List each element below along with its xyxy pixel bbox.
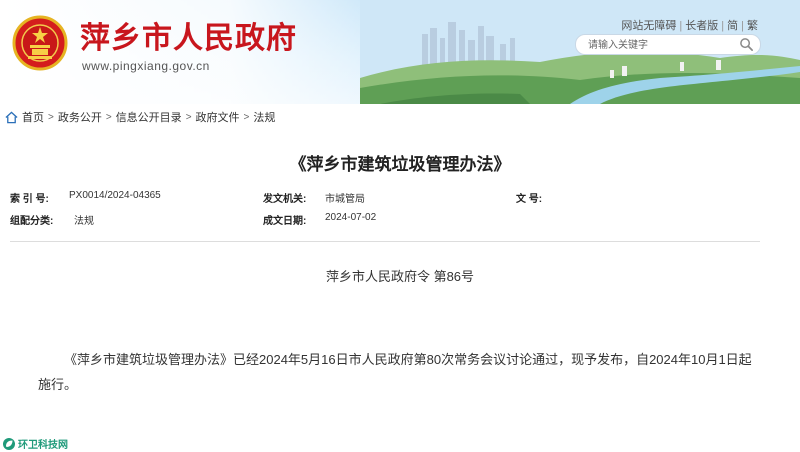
chevron-right-icon: > [185,111,192,123]
document-meta: 索 引 号: PX0014/2024-04365 发文机关: 市城管局 文 号:… [10,190,760,242]
breadcrumb-gov-affairs[interactable]: 政务公开 [58,109,102,125]
top-links: 网站无障碍 | 长者版 | 简 | 繁 [621,20,758,32]
breadcrumb-gov-documents[interactable]: 政府文件 [196,109,240,125]
index-number-label: 索 引 号: [10,194,49,205]
index-number-value: PX0014/2024-04365 [69,190,161,201]
category-label: 组配分类: [10,216,54,227]
document-title: 《萍乡市建筑垃圾管理办法》 [289,155,511,175]
search-box [575,34,761,55]
simplified-link[interactable]: 简 [727,20,738,32]
search-icon[interactable] [739,37,754,52]
date-value: 2024-07-02 [325,212,377,223]
accessibility-link[interactable]: 网站无障碍 [621,20,676,32]
issuer-value: 市城管局 [325,194,365,205]
meta-divider [10,241,760,242]
document-number-label: 文 号: [516,194,543,205]
watermark-text: 环卫科技网 [18,440,68,451]
decree-number: 萍乡市人民政府令 第86号 [325,269,475,284]
site-header: 萍乡市人民政府 www.pingxiang.gov.cn 网站无障碍 | 长者版 | 简… [0,0,800,104]
breadcrumb: 首页 > 政务公开 > 信息公开目录 > 政府文件 > 法规 [5,108,275,126]
traditional-link[interactable]: 繁 [747,20,758,32]
leaf-logo-icon [3,437,15,450]
meta-row: 索 引 号: PX0014/2024-04365 发文机关: 市城管局 文 号: [10,190,760,212]
breadcrumb-home[interactable]: 首页 [22,109,44,125]
category-value: 法规 [74,216,94,227]
elder-version-link[interactable]: 长者版 [685,20,718,32]
chevron-right-icon: > [243,111,250,123]
watermark: 环卫科技网 [2,436,68,451]
breadcrumb-info-directory[interactable]: 信息公开目录 [116,109,182,125]
issuer-label: 发文机关: [263,194,307,205]
site-url: www.pingxiang.gov.cn [82,59,210,73]
search-input[interactable] [586,37,730,54]
document-paragraph: 《萍乡市建筑垃圾管理办法》已经2024年5月16日市人民政府第80次常务会议讨论… [38,352,752,392]
chevron-right-icon: > [48,111,54,123]
date-label: 成文日期: [263,216,307,227]
chevron-right-icon: > [105,111,112,123]
breadcrumb-regulations[interactable]: 法规 [253,109,275,125]
meta-row: 组配分类: 法规 成文日期: 2024-07-02 [10,212,760,234]
home-icon [5,111,18,123]
national-emblem-logo [12,15,68,71]
site-title[interactable]: 萍乡市人民政府 [80,22,297,56]
